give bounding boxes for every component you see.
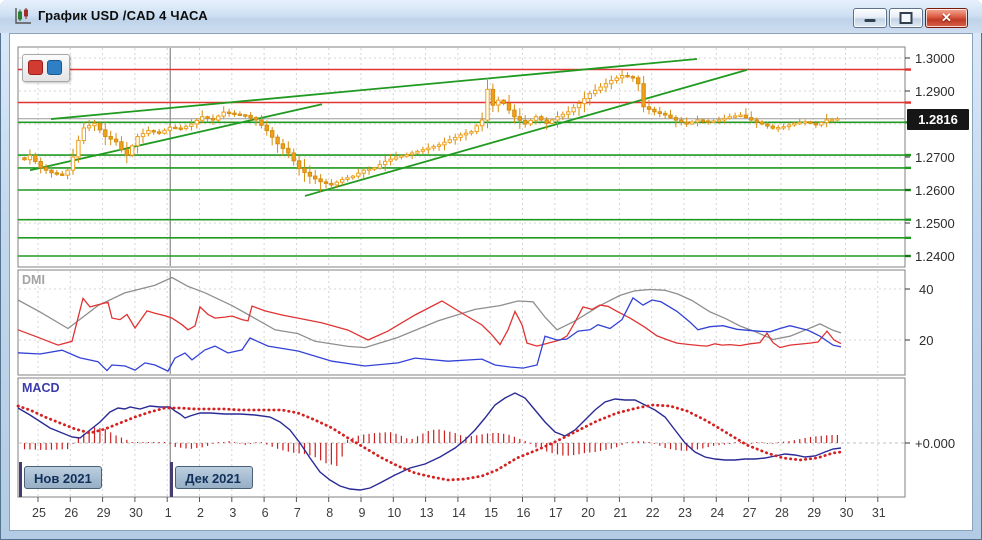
blue-marker-button[interactable] — [47, 60, 62, 75]
price-axis-label: 1.2700 — [915, 150, 955, 165]
date-axis-label: 8 — [317, 506, 343, 520]
minimize-icon — [865, 19, 876, 22]
dmi-axis-label: 40 — [919, 282, 933, 297]
date-axis-label: 10 — [381, 506, 407, 520]
macd-indicator-label: MACD — [22, 381, 60, 395]
price-axis-label: 1.3000 — [915, 51, 955, 66]
date-axis-label: 16 — [511, 506, 537, 520]
screenshot-stage: DMI MACD Нов 2021 Дек 2021 1.2816 1.3000… — [0, 0, 982, 540]
red-marker-button[interactable] — [28, 60, 43, 75]
candlestick-chart-icon — [13, 7, 33, 26]
date-axis-label: 30 — [123, 506, 149, 520]
date-axis-label: 1 — [155, 506, 181, 520]
date-axis-label: 24 — [704, 506, 730, 520]
date-axis-label: 17 — [543, 506, 569, 520]
date-axis-label: 20 — [575, 506, 601, 520]
window-titlebar[interactable]: График USD /CAD 4 ЧАСА ✕ — [0, 0, 982, 33]
date-axis-label: 23 — [672, 506, 698, 520]
price-axis-label: 1.2400 — [915, 249, 955, 264]
restore-icon — [900, 12, 913, 24]
date-axis-label: 29 — [801, 506, 827, 520]
date-axis-label: 7 — [284, 506, 310, 520]
price-axis-label: 1.2900 — [915, 84, 955, 99]
date-axis-label: 22 — [640, 506, 666, 520]
current-price-badge: 1.2816 — [907, 109, 969, 130]
dmi-axis-label: 20 — [919, 333, 933, 348]
chart-mini-toolbar — [22, 54, 70, 82]
price-axis-label: 1.2600 — [915, 183, 955, 198]
month-label-nov: Нов 2021 — [24, 466, 102, 489]
restore-button[interactable] — [889, 8, 923, 28]
dmi-indicator-label: DMI — [22, 273, 45, 287]
minimize-button[interactable] — [853, 8, 887, 28]
date-axis-label: 14 — [446, 506, 472, 520]
date-axis-label: 2 — [188, 506, 214, 520]
month-boundary-marker-nov — [19, 462, 22, 497]
macd-zero-axis-label: +0.000 — [915, 436, 955, 451]
date-axis-label: 29 — [91, 506, 117, 520]
month-boundary-marker-dec — [170, 462, 173, 497]
date-axis-label: 6 — [252, 506, 278, 520]
date-axis-label: 28 — [769, 506, 795, 520]
window-title: График USD /CAD 4 ЧАСА — [38, 8, 208, 23]
chart-client-area[interactable]: DMI MACD Нов 2021 Дек 2021 1.2816 1.3000… — [9, 33, 973, 531]
date-axis-label: 9 — [349, 506, 375, 520]
close-button[interactable]: ✕ — [925, 8, 968, 28]
date-axis-label: 27 — [737, 506, 763, 520]
date-axis-label: 3 — [220, 506, 246, 520]
date-axis-label: 25 — [26, 506, 52, 520]
price-axis-label: 1.2500 — [915, 216, 955, 231]
close-icon: ✕ — [926, 10, 967, 26]
date-axis-label: 13 — [414, 506, 440, 520]
month-label-dec: Дек 2021 — [175, 466, 253, 489]
date-axis-label: 21 — [607, 506, 633, 520]
date-axis-label: 26 — [58, 506, 84, 520]
date-axis-label: 15 — [478, 506, 504, 520]
date-axis-label: 31 — [866, 506, 892, 520]
chart-canvas — [0, 0, 982, 540]
date-axis-label: 30 — [834, 506, 860, 520]
